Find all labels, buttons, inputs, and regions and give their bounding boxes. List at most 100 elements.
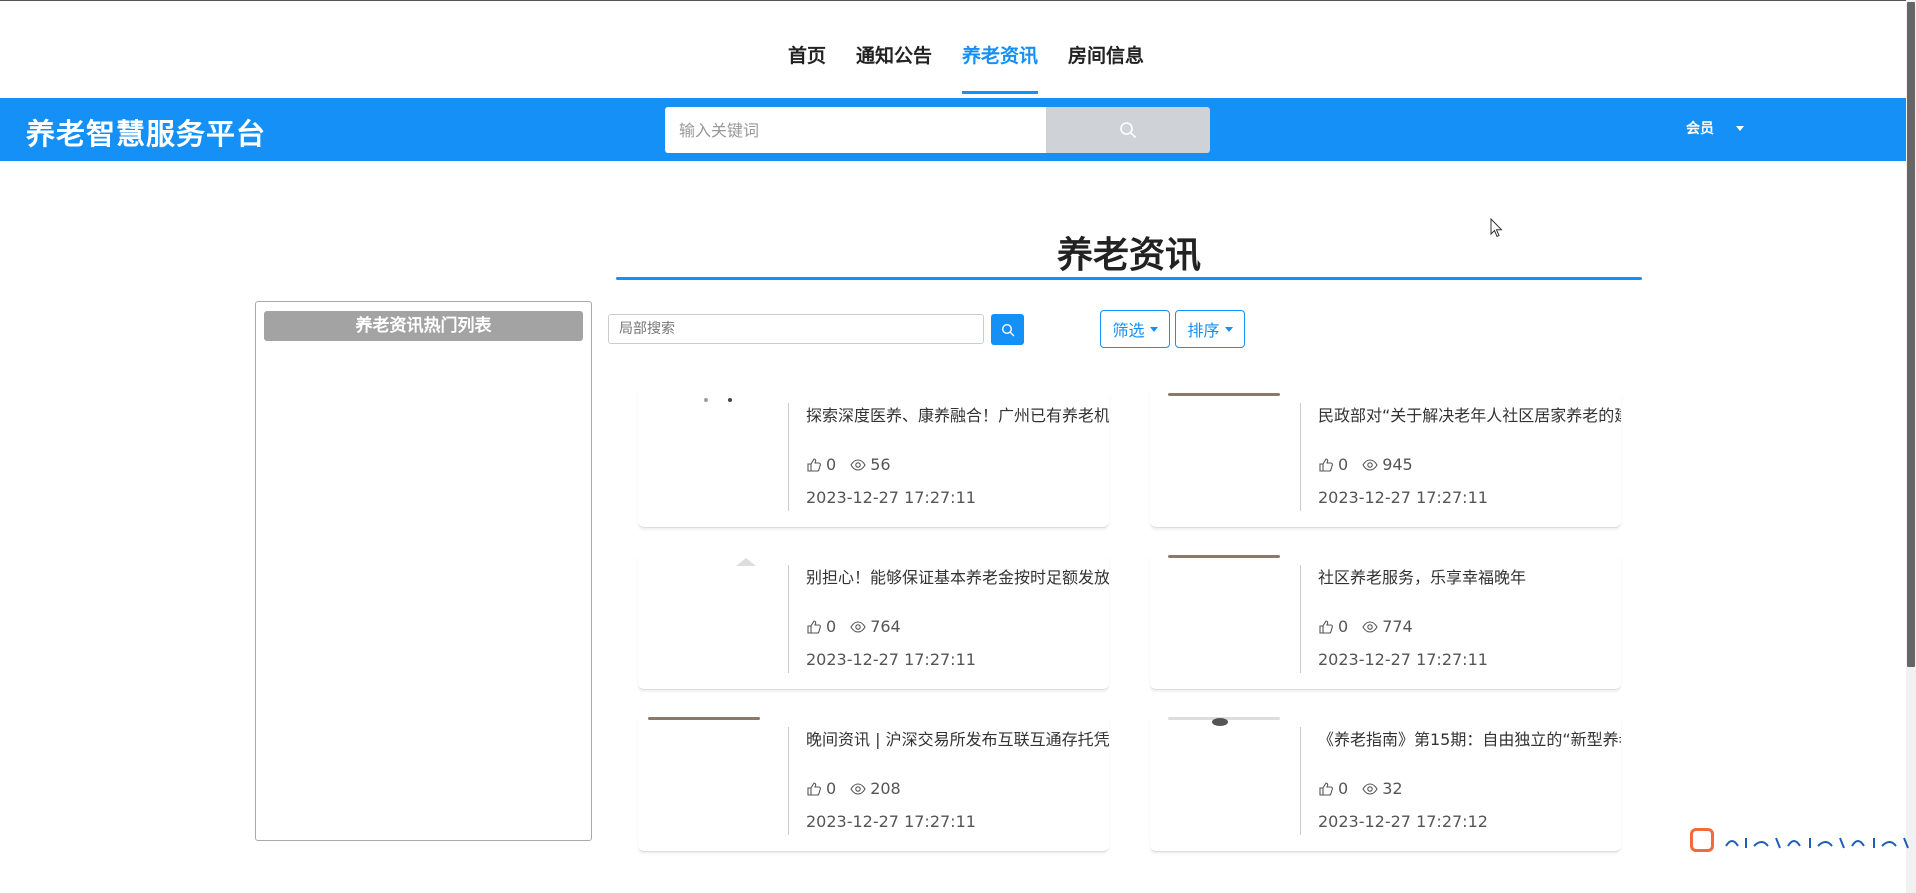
hot-list-sidebar: 养老资讯热门列表 <box>255 301 592 841</box>
article-title[interactable]: 民政部对“关于解决老年人社区居家养老的建议 <box>1318 402 1621 426</box>
card-divider <box>1300 565 1301 673</box>
page-scrollbar[interactable] <box>1906 0 1916 893</box>
likes-count: 0 <box>826 617 837 636</box>
eye-icon <box>1362 782 1378 795</box>
article-thumbnail[interactable] <box>1158 555 1280 675</box>
header-bar: 养老智慧服务平台 会员 <box>0 98 1906 161</box>
article-title[interactable]: 社区养老服务，乐享幸福晚年 <box>1318 564 1621 588</box>
views-stat: 774 <box>1362 617 1413 636</box>
article-card[interactable]: 社区养老服务，乐享幸福晚年 0 774 2023-12-27 17:27:11 <box>1150 555 1621 690</box>
scrollbar-thumb[interactable] <box>1907 2 1915 667</box>
filter-label: 筛选 <box>1112 321 1145 340</box>
article-card[interactable]: 晚间资讯 | 沪深交易所发布互联互通存托凭证 0 208 2023-12-27 … <box>638 717 1109 852</box>
article-stats: 0 945 <box>1318 455 1413 474</box>
thumbs-up-icon <box>807 781 821 796</box>
likes-count: 0 <box>826 779 837 798</box>
photo-fragment-icon <box>704 398 732 402</box>
photo-fragment-icon <box>736 558 756 566</box>
member-label: 会员 <box>1686 121 1714 137</box>
likes-stat: 0 <box>1318 779 1348 798</box>
eye-icon <box>850 782 866 795</box>
nav-item-elderly-news[interactable]: 养老资讯 <box>962 41 1039 94</box>
watermark-logo <box>1690 826 1916 866</box>
article-card[interactable]: 民政部对“关于解决老年人社区居家养老的建议 0 945 2023-12-27 1… <box>1150 393 1621 528</box>
thumbnail-edge <box>648 717 760 720</box>
article-stats: 0 32 <box>1318 779 1403 798</box>
search-icon <box>1001 323 1014 336</box>
filter-dropdown[interactable]: 筛选 <box>1100 310 1170 348</box>
card-divider <box>1300 727 1301 835</box>
eye-icon <box>850 458 866 471</box>
likes-stat: 0 <box>806 779 836 798</box>
likes-count: 0 <box>1338 455 1349 474</box>
likes-count: 0 <box>826 455 837 474</box>
chevron-down-icon <box>1149 326 1158 332</box>
views-count: 56 <box>870 455 891 474</box>
eye-icon <box>850 620 866 633</box>
logo-icon <box>1690 828 1714 852</box>
thumbs-up-icon <box>1319 619 1333 634</box>
article-thumbnail[interactable] <box>1158 717 1280 837</box>
article-card[interactable]: 探索深度医养、康养融合！广州已有养老机构 0 56 2023-12-27 17:… <box>638 393 1109 528</box>
views-count: 774 <box>1382 617 1413 636</box>
eye-icon <box>1362 620 1378 633</box>
nav-item-room-info[interactable]: 房间信息 <box>1068 41 1144 94</box>
article-title[interactable]: 《养老指南》第15期：自由独立的“新型养老 <box>1318 726 1621 750</box>
article-card[interactable]: 《养老指南》第15期：自由独立的“新型养老 0 32 2023-12-27 17… <box>1150 717 1621 852</box>
article-thumbnail[interactable] <box>646 717 766 837</box>
sort-dropdown[interactable]: 排序 <box>1175 310 1245 348</box>
hot-list-title: 养老资讯热门列表 <box>264 311 583 341</box>
thumbs-up-icon <box>1319 457 1333 472</box>
views-stat: 32 <box>1362 779 1403 798</box>
article-title[interactable]: 晚间资讯 | 沪深交易所发布互联互通存托凭证 <box>806 726 1109 750</box>
nav-item-home[interactable]: 首页 <box>788 41 826 94</box>
article-date: 2023-12-27 17:27:12 <box>1318 812 1488 831</box>
views-stat: 56 <box>850 455 891 474</box>
photo-fragment-icon <box>1212 718 1228 726</box>
card-divider <box>788 403 789 511</box>
eye-icon <box>1362 458 1378 471</box>
likes-stat: 0 <box>1318 617 1348 636</box>
chevron-down-icon <box>1224 326 1233 332</box>
views-count: 208 <box>870 779 901 798</box>
global-search-button[interactable] <box>1046 107 1210 153</box>
article-thumbnail[interactable] <box>1158 393 1280 513</box>
likes-stat: 0 <box>806 455 836 474</box>
article-card[interactable]: 别担心！能够保证基本养老金按时足额发放 0 764 2023-12-27 17:… <box>638 555 1109 690</box>
views-stat: 945 <box>1362 455 1413 474</box>
views-count: 764 <box>870 617 901 636</box>
article-date: 2023-12-27 17:27:11 <box>1318 488 1488 507</box>
member-dropdown[interactable]: 会员 <box>1686 118 1744 138</box>
site-brand[interactable]: 养老智慧服务平台 <box>26 111 266 153</box>
article-title[interactable]: 别担心！能够保证基本养老金按时足额发放 <box>806 564 1109 588</box>
thumbs-up-icon <box>1319 781 1333 796</box>
article-stats: 0 56 <box>806 455 891 474</box>
likes-stat: 0 <box>806 617 836 636</box>
keyword-search-input[interactable] <box>665 107 1046 153</box>
article-stats: 0 774 <box>1318 617 1413 636</box>
article-date: 2023-12-27 17:27:11 <box>806 488 976 507</box>
article-stats: 0 208 <box>806 779 901 798</box>
article-date: 2023-12-27 17:27:11 <box>806 650 976 669</box>
likes-stat: 0 <box>1318 455 1348 474</box>
likes-count: 0 <box>1338 617 1349 636</box>
title-underline <box>616 277 1642 280</box>
article-title[interactable]: 探索深度医养、康养融合！广州已有养老机构 <box>806 402 1109 426</box>
article-thumbnail[interactable] <box>646 393 766 513</box>
views-stat: 764 <box>850 617 901 636</box>
article-date: 2023-12-27 17:27:11 <box>1318 650 1488 669</box>
chevron-down-icon <box>1736 125 1744 131</box>
local-search-input[interactable] <box>608 314 984 344</box>
thumbnail-edge <box>1168 555 1280 558</box>
local-search-button[interactable] <box>991 314 1024 345</box>
card-divider <box>788 565 789 673</box>
thumbs-up-icon <box>807 457 821 472</box>
article-thumbnail[interactable] <box>646 555 766 675</box>
views-count: 945 <box>1382 455 1413 474</box>
card-divider <box>788 727 789 835</box>
thumbnail-edge <box>1168 393 1280 396</box>
views-count: 32 <box>1382 779 1403 798</box>
top-navigation: 首页 通知公告 养老资讯 房间信息 <box>0 0 1916 98</box>
nav-item-notices[interactable]: 通知公告 <box>856 41 932 94</box>
page-title: 养老资讯 <box>1056 235 1201 276</box>
